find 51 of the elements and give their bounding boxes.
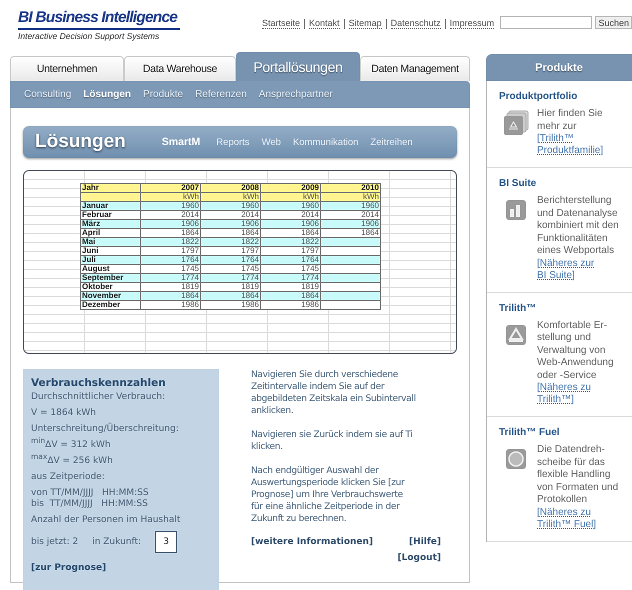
info-link[interactable]: [weitere Informationen] [251,537,374,547]
subnav-item[interactable]: Lösungen [83,89,132,100]
product-text: Die Datendreh- scheibe für das flexible Handling von Formaten und Protokollen [537,444,618,506]
field-label: in Zukunft: [92,537,142,547]
search-button[interactable]: Suchen [595,16,632,29]
product-title: Trilith™ Fuel [499,427,561,438]
nav-tab[interactable]: Daten Management [360,56,470,81]
help-link[interactable]: [Hilfe] [409,537,441,547]
forecast-link[interactable]: [zur Prognose] [31,563,106,573]
documents-icon [503,110,529,136]
search-field[interactable] [500,16,592,29]
table-header: 2007 [140,184,200,192]
metric-text: Durchschnittlicher Verbrauch: [31,392,166,403]
nav-tab[interactable]: Portallösungen [236,52,360,81]
logout-link[interactable]: [Logout] [398,553,441,563]
table-header: Jahr [80,184,140,192]
help-paragraph: Navigieren sie Zurück indem sie auf Ti klicken. [251,429,414,453]
product-text: Berichterstellung und Datenanalyse kombiniert mit den Funktionalitäten eines Webportals [537,195,619,258]
nav-tab[interactable]: Data Warehouse [124,56,236,81]
panel-title: Verbrauchskennzahlen [31,377,167,389]
product-text: Komfortable Er- stellung und Verwaltung von Web-Anwendung oder -Service [537,320,614,382]
tagline: Interactive Decision Support Systems [18,31,160,41]
help-paragraph: Navigieren Sie durch verschiedene Zeitintervalle indem Sie auf der abgebildeten Zeitskala ein Subintervall anklicken. [251,369,417,417]
metric-text: V = 1864 kWh [31,408,97,419]
top-link[interactable]: Kontakt [309,18,340,29]
product-title: Produktportfolio [499,91,578,102]
product-link[interactable]: [Näheres zu Trilith™] [537,382,614,406]
product-text: Hier finden Sie mehr zur [537,108,604,133]
product-link[interactable]: [Näheres zur BI Suite] [537,258,619,282]
product-title: Trilith™ [499,302,538,314]
product-link[interactable]: [Trilith™ Produktfamilie] [537,133,604,157]
sidebar-title: Produkte [486,54,632,81]
metric-text: Anzahl der Personen im Haushalt [31,515,182,526]
logo[interactable]: BI Business Intelligence [18,8,180,30]
top-link[interactable]: Startseite [262,18,300,29]
table-header: 2008 [200,184,260,192]
help-paragraph: Nach endgültiger Auswahl der Auswertungsperiode klicken Sie [zur Prognose] um Ihre Verbrauchswerte für eine ähnliche Zeitperiode in der Zukunft zu berechnen. [251,465,406,525]
metric-text: aus Zeitperiode: [31,472,106,483]
section-title: Lösungen [35,131,126,153]
top-link[interactable]: Sitemap [348,18,382,29]
product-title: BI Suite [499,178,538,189]
metric-text: von TT/MM/JJJJ HH:MM:SS bis TT/MM/JJJJ HH:MM:SS [31,488,150,510]
product-link[interactable]: [Näheres zu Trilith™ Fuel] [537,506,618,530]
bar-chart-icon [503,197,529,223]
persons-field[interactable]: 3 [155,531,178,553]
top-link[interactable]: Impressum [450,18,494,29]
nav-tab[interactable]: Unternehmen [10,56,124,81]
metric-text: bis jetzt: 2 [31,537,78,547]
table-header: 2009 [260,184,320,192]
table-header: 2010 [320,184,380,192]
top-link[interactable]: Datenschutz [390,18,441,29]
